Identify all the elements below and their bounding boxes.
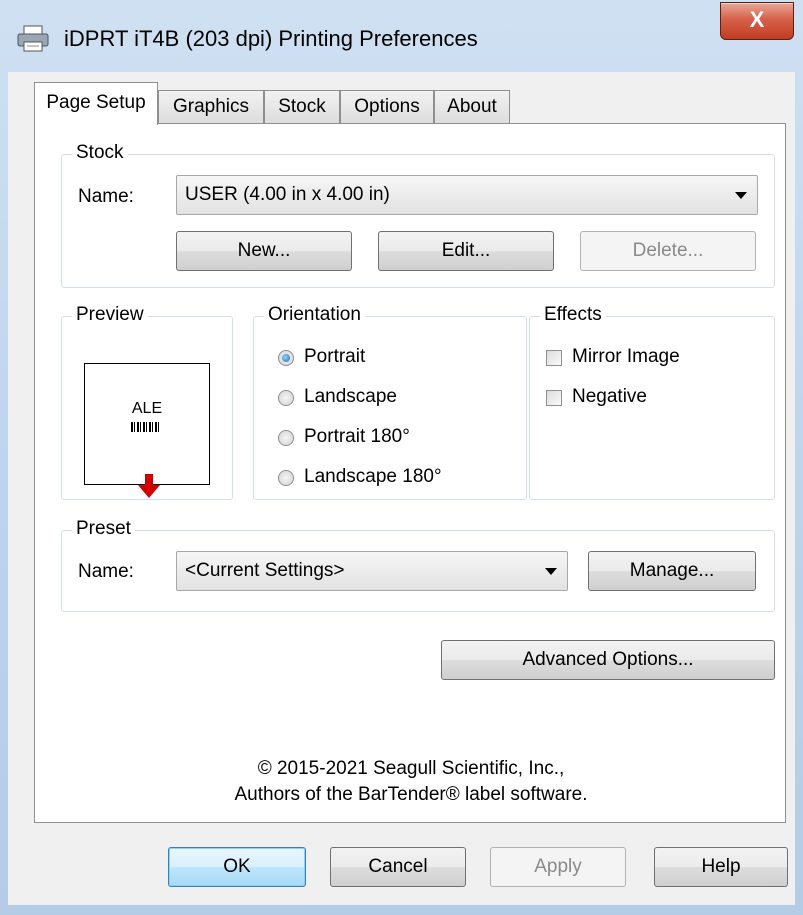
label-preview: ALE [84, 363, 210, 498]
preset-group: Preset Name: <Current Settings> Manage..… [61, 518, 775, 612]
new-stock-button[interactable]: New... [176, 231, 352, 271]
negative-label[interactable]: Negative [572, 386, 647, 408]
portrait-radio[interactable] [278, 350, 294, 366]
orientation-group-label: Orientation [264, 304, 365, 326]
page-setup-panel: Stock Name: USER (4.00 in x 4.00 in) New… [34, 123, 786, 823]
tab-graphics[interactable]: Graphics [158, 90, 264, 124]
chevron-down-icon [545, 568, 557, 575]
dialog-client-area: Page Setup Graphics Stock Options About … [8, 72, 795, 905]
help-button[interactable]: Help [654, 847, 788, 887]
tab-about[interactable]: About [434, 90, 510, 124]
stock-name-value: USER (4.00 in x 4.00 in) [185, 184, 390, 205]
advanced-options-button[interactable]: Advanced Options... [441, 640, 775, 680]
tab-stock[interactable]: Stock [264, 90, 340, 124]
edit-stock-button[interactable]: Edit... [378, 231, 554, 271]
feed-direction-arrow-icon [138, 474, 160, 498]
chevron-down-icon [735, 192, 747, 199]
landscape-label[interactable]: Landscape [304, 386, 397, 408]
stock-name-label: Name: [78, 186, 134, 207]
preview-group: Preview ALE [61, 304, 233, 500]
preset-name-value: <Current Settings> [185, 560, 345, 581]
preview-group-label: Preview [72, 304, 148, 326]
copyright-line-2: Authors of the BarTender® label software… [234, 784, 588, 805]
preview-sample-text: ALE [131, 400, 163, 417]
tab-page-setup[interactable]: Page Setup [34, 82, 158, 125]
preset-group-label: Preset [72, 518, 135, 540]
barcode-icon [131, 422, 161, 432]
ok-button[interactable]: OK [168, 847, 306, 887]
portrait-label[interactable]: Portrait [304, 346, 365, 368]
landscape-180-radio[interactable] [278, 470, 294, 486]
stock-name-dropdown[interactable]: USER (4.00 in x 4.00 in) [176, 175, 758, 215]
title-bar[interactable]: iDPRT iT4B (203 dpi) Printing Preference… [0, 0, 803, 72]
portrait-180-label[interactable]: Portrait 180° [304, 426, 410, 448]
stock-group-label: Stock [72, 142, 128, 164]
apply-button[interactable]: Apply [490, 847, 626, 887]
delete-stock-button[interactable]: Delete... [580, 231, 756, 271]
preset-name-dropdown[interactable]: <Current Settings> [176, 551, 568, 591]
landscape-radio[interactable] [278, 390, 294, 406]
orientation-group: Orientation Portrait Landscape Portrait … [253, 304, 527, 500]
manage-presets-button[interactable]: Manage... [588, 551, 756, 591]
effects-group: Effects Mirror Image Negative [529, 304, 775, 500]
tab-options[interactable]: Options [340, 90, 434, 124]
negative-checkbox[interactable] [546, 390, 562, 406]
printing-preferences-dialog: iDPRT iT4B (203 dpi) Printing Preference… [0, 0, 803, 915]
landscape-180-label[interactable]: Landscape 180° [304, 466, 442, 488]
stock-group: Stock Name: USER (4.00 in x 4.00 in) New… [61, 142, 775, 288]
mirror-image-label[interactable]: Mirror Image [572, 346, 680, 368]
cancel-button[interactable]: Cancel [330, 847, 466, 887]
close-button[interactable]: X [720, 2, 794, 40]
preset-name-label: Name: [78, 561, 134, 582]
effects-group-label: Effects [540, 304, 606, 326]
window-title: iDPRT iT4B (203 dpi) Printing Preference… [64, 26, 478, 51]
portrait-180-radio[interactable] [278, 430, 294, 446]
close-icon: X [749, 7, 765, 32]
printer-icon [17, 25, 49, 52]
mirror-image-checkbox[interactable] [546, 350, 562, 366]
copyright-line-1: © 2015-2021 Seagull Scientific, Inc., [257, 758, 565, 779]
